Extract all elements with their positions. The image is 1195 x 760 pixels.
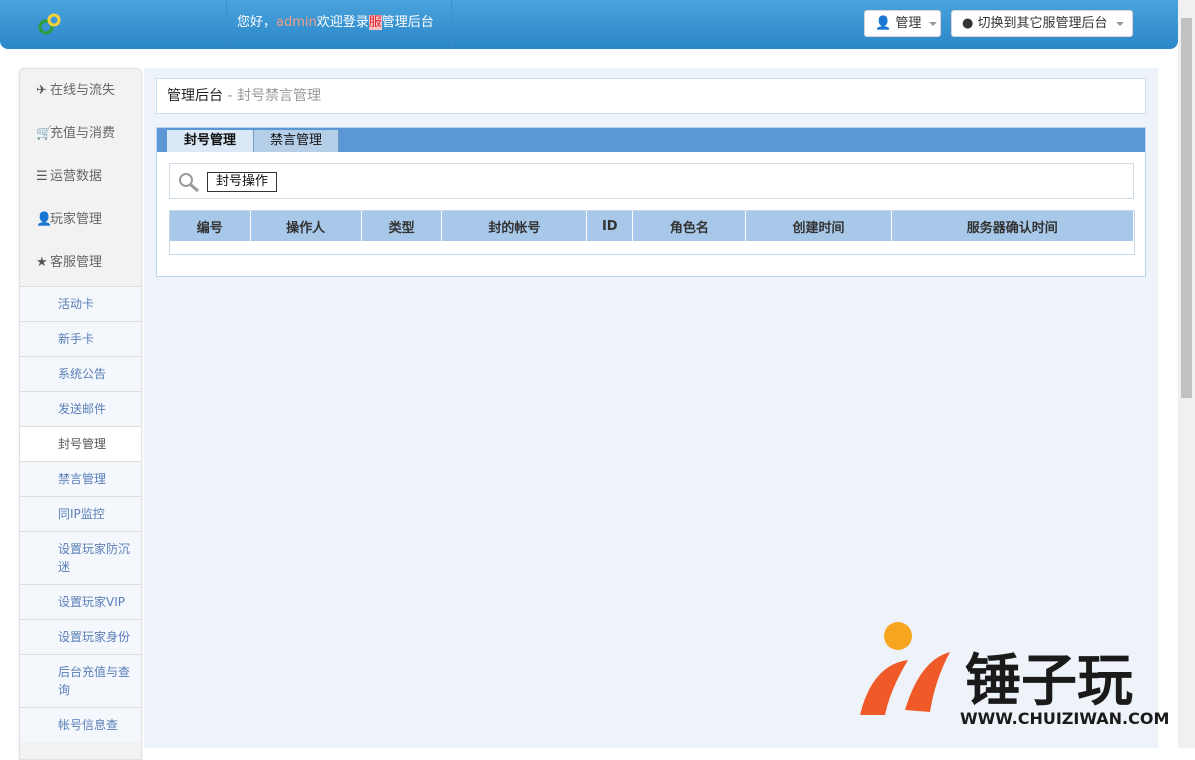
cart-icon: 🛒 [36, 126, 53, 141]
vertical-scrollbar[interactable] [1178, 0, 1195, 748]
tab-mute-management[interactable]: 禁言管理 [253, 130, 339, 152]
server-mark: 服 [368, 15, 382, 30]
sidebar-group-label: 在线与流失 [50, 83, 116, 98]
column-header[interactable]: 角色名 [632, 211, 747, 241]
backend-text: 管理后台 [381, 15, 434, 30]
sidebar-group-label: 玩家管理 [50, 212, 103, 227]
column-header[interactable]: 类型 [361, 211, 443, 241]
table-header-row: 编号 操作人 类型 封的帐号 ID 角色名 创建时间 服务器确认时间 [170, 211, 1135, 241]
watermark: 锤子玩 WWW.CHUIZIWAN.COM [850, 620, 1170, 735]
ban-panel: 封号管理 禁言管理 封号操作 编号 操作人 类型 封的帐号 ID 角色名 创建时… [156, 127, 1146, 277]
breadcrumb-separator: - [223, 88, 237, 104]
username: admin [276, 15, 317, 30]
watermark-url: WWW.CHUIZIWAN.COM [960, 709, 1169, 728]
manage-label: 管理 [895, 16, 922, 31]
sidebar: ✈ 在线与流失 🛒充值与消费 ☰ 运营数据 👤玩家管理 ★ 客服管理 活动卡 新手卡 … [19, 68, 142, 760]
search-bar: 封号操作 [169, 163, 1134, 199]
sidebar-item-set-identity[interactable]: 设置玩家身份 [20, 619, 141, 654]
ban-action-button[interactable]: 封号操作 [207, 172, 278, 192]
breadcrumb-root: 管理后台 [167, 88, 223, 104]
sidebar-group-support[interactable]: ★ 客服管理 [20, 241, 141, 284]
sidebar-item-backend-recharge[interactable]: 后台充值与查询 [20, 654, 141, 707]
column-header[interactable]: 编号 [170, 211, 251, 241]
sidebar-group-online[interactable]: ✈ 在线与流失 [20, 69, 141, 112]
caret-down-icon [929, 21, 938, 26]
list-icon: ☰ [36, 169, 48, 184]
top-bar: 您好，admin欢迎登录服管理后台 👤 管理 ● 切换到其它服管理后台 [0, 0, 1178, 49]
switch-label: 切换到其它服管理后台 [977, 16, 1108, 31]
column-header[interactable]: 服务器确认时间 [891, 211, 1135, 241]
sidebar-item-send-mail[interactable]: 发送邮件 [20, 391, 141, 426]
breadcrumb-current: 封号禁言管理 [236, 88, 321, 104]
user-icon: 👤 [36, 212, 53, 227]
drop-icon: ● [962, 16, 974, 31]
sidebar-item-same-ip-monitor[interactable]: 同IP监控 [20, 496, 141, 531]
sidebar-group-label: 运营数据 [50, 169, 103, 184]
user-icon: 👤 [875, 16, 892, 31]
watermark-logo-icon: 锤子玩 WWW.CHUIZIWAN.COM [860, 622, 1169, 728]
welcome-message: 您好，admin欢迎登录服管理后台 [226, 0, 452, 46]
tab-bar: 封号管理 禁言管理 [157, 128, 1145, 152]
scrollbar-thumb[interactable] [1181, 18, 1192, 398]
support-submenu: 活动卡 新手卡 系统公告 发送邮件 封号管理 禁言管理 同IP监控 设置玩家防沉… [20, 286, 141, 742]
search-icon [179, 173, 199, 192]
column-header[interactable]: 封的帐号 [441, 211, 588, 241]
sidebar-group-label: 充值与消费 [50, 126, 116, 141]
sidebar-item-account-info[interactable]: 帐号信息查 [20, 707, 141, 742]
sidebar-item-newbie-card[interactable]: 新手卡 [20, 321, 141, 356]
switch-server-button[interactable]: ● 切换到其它服管理后台 [951, 10, 1133, 37]
column-header[interactable]: 创建时间 [745, 211, 892, 241]
ban-table: 编号 操作人 类型 封的帐号 ID 角色名 创建时间 服务器确认时间 [169, 210, 1135, 255]
sidebar-item-anti-addiction[interactable]: 设置玩家防沉迷 [20, 531, 141, 584]
sidebar-item-activity-card[interactable]: 活动卡 [20, 286, 141, 321]
star-icon: ★ [36, 255, 48, 270]
greeting-text: 您好， [237, 15, 277, 30]
sidebar-item-ban-management[interactable]: 封号管理 [20, 426, 141, 461]
sidebar-group-recharge[interactable]: 🛒充值与消费 [20, 112, 141, 155]
breadcrumb: 管理后台 - 封号禁言管理 [156, 78, 1146, 114]
tab-ban-management[interactable]: 封号管理 [167, 130, 253, 152]
sidebar-group-label: 客服管理 [50, 255, 103, 270]
caret-down-icon [1115, 21, 1124, 26]
sidebar-group-players[interactable]: 👤玩家管理 [20, 198, 141, 241]
column-header[interactable]: ID [586, 211, 634, 241]
sidebar-group-operations[interactable]: ☰ 运营数据 [20, 155, 141, 198]
sidebar-item-announcement[interactable]: 系统公告 [20, 356, 141, 391]
plane-icon: ✈ [36, 83, 47, 98]
sidebar-item-set-vip[interactable]: 设置玩家VIP [20, 584, 141, 619]
sidebar-item-mute-management[interactable]: 禁言管理 [20, 461, 141, 496]
welcome-text: 欢迎登录 [316, 15, 369, 30]
watermark-text: 锤子玩 [965, 649, 1133, 714]
column-header[interactable]: 操作人 [250, 211, 362, 241]
logo-icon [38, 13, 61, 35]
manage-dropdown-button[interactable]: 👤 管理 [864, 10, 941, 37]
